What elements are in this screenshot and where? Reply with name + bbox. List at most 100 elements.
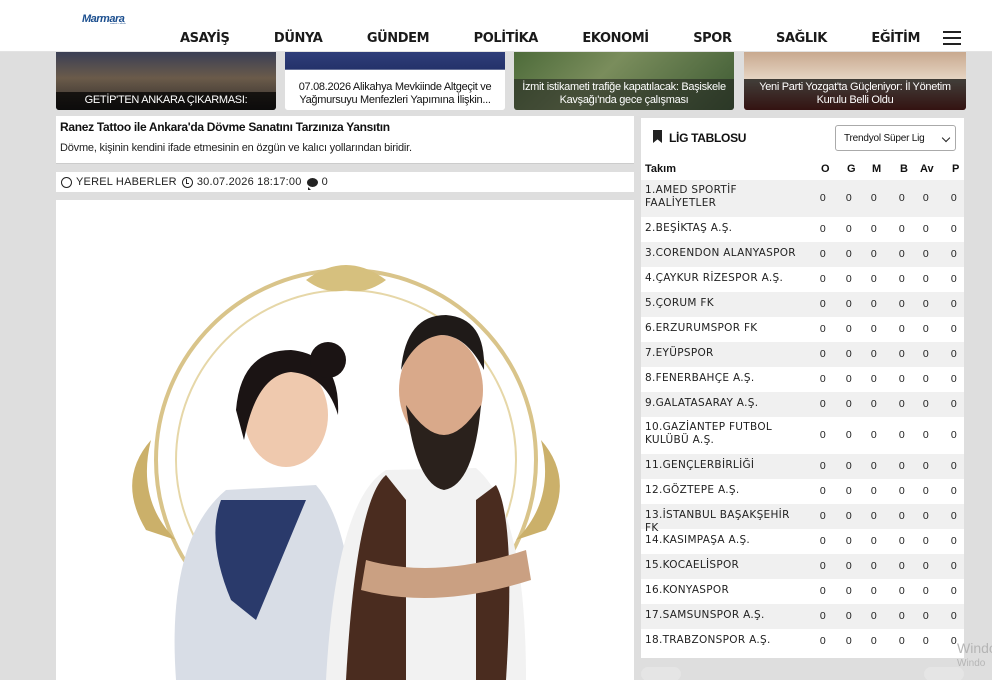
watermark-line1: Windo <box>957 640 992 656</box>
stat-o: 0 <box>819 223 827 235</box>
stat-b: 0 <box>898 560 906 572</box>
stat-g: 0 <box>845 398 853 410</box>
stat-p: 0 <box>950 460 958 472</box>
stat-m: 0 <box>870 535 878 547</box>
stat-av: 0 <box>922 460 930 472</box>
news-caption: İzmit istikameti trafiğe kapatılacak: Ba… <box>514 79 734 110</box>
table-row: 14.KASIMPAŞA A.Ş. 0 0 0 0 0 0 <box>641 529 964 554</box>
team-name: 16.KONYASPOR <box>645 584 730 596</box>
stat-m: 0 <box>870 373 878 385</box>
stat-av: 0 <box>922 535 930 547</box>
league-header: LİG TABLOSU Trendyol Süper Lig <box>641 118 964 158</box>
stat-av: 0 <box>922 298 930 310</box>
team-name: 8.FENERBAHÇE A.Ş. <box>645 372 755 384</box>
stat-b: 0 <box>898 485 906 497</box>
col-team: Takım <box>645 163 676 175</box>
stat-b: 0 <box>898 323 906 335</box>
stat-p: 0 <box>950 192 958 204</box>
stat-o: 0 <box>819 510 827 522</box>
league-columns: Takım O G M B Av P <box>641 162 964 180</box>
table-row: 7.EYÜPSPOR 0 0 0 0 0 0 <box>641 342 964 367</box>
team-name: 9.GALATASARAY A.Ş. <box>645 397 759 409</box>
stat-m: 0 <box>870 248 878 260</box>
table-row: 11.GENÇLERBİRLİĞİ 0 0 0 0 0 0 <box>641 454 964 479</box>
team-name: 3.CORENDON ALANYASPOR <box>645 247 796 259</box>
stat-b: 0 <box>898 585 906 597</box>
nav-asayis[interactable]: ASAYİŞ <box>180 31 230 46</box>
article-meta: YEREL HABERLER 30.07.2026 18:17:00 0 <box>56 172 634 192</box>
stat-av: 0 <box>922 323 930 335</box>
team-name: 10.GAZİANTEP FUTBOL KULÜBÜ A.Ş. <box>645 421 773 446</box>
stat-av: 0 <box>922 635 930 647</box>
stat-o: 0 <box>819 485 827 497</box>
stat-p: 0 <box>950 273 958 285</box>
stat-p: 0 <box>950 485 958 497</box>
nav-gundem[interactable]: GÜNDEM <box>367 31 430 46</box>
top-bar <box>0 0 992 24</box>
table-row: 15.KOCAELİSPOR 0 0 0 0 0 0 <box>641 554 964 579</box>
stat-g: 0 <box>845 248 853 260</box>
news-card[interactable]: İzmit istikameti trafiğe kapatılacak: Ba… <box>514 52 734 110</box>
news-card[interactable]: 07.08.2026 Alikahya Mevkiinde Altgeçit v… <box>285 52 505 110</box>
stat-m: 0 <box>870 485 878 497</box>
category-label: YEREL HABERLER <box>76 176 177 188</box>
stat-b: 0 <box>898 248 906 260</box>
stat-m: 0 <box>870 273 878 285</box>
stat-o: 0 <box>819 323 827 335</box>
nav-egitim[interactable]: EĞİTİM <box>871 31 920 46</box>
stat-o: 0 <box>819 298 827 310</box>
stat-m: 0 <box>870 298 878 310</box>
stat-p: 0 <box>950 398 958 410</box>
table-row: 16.KONYASPOR 0 0 0 0 0 0 <box>641 579 964 604</box>
stat-b: 0 <box>898 429 906 441</box>
news-card[interactable]: Yeni Parti Yozgat'ta Güçleniyor: İl Yöne… <box>744 52 966 110</box>
stat-p: 0 <box>950 510 958 522</box>
stat-m: 0 <box>870 560 878 572</box>
stat-b: 0 <box>898 460 906 472</box>
nav-saglik[interactable]: SAĞLIK <box>776 31 827 46</box>
stat-g: 0 <box>845 635 853 647</box>
col-b: B <box>900 163 908 175</box>
team-name: 6.ERZURUMSPOR FK <box>645 322 758 334</box>
stat-av: 0 <box>922 585 930 597</box>
site-logo[interactable]: Marmara yeni ufuk <box>82 9 132 26</box>
team-name: 5.ÇORUM FK <box>645 297 714 309</box>
stat-av: 0 <box>922 373 930 385</box>
stat-o: 0 <box>819 348 827 360</box>
hamburger-menu-icon[interactable] <box>943 31 961 45</box>
table-row: 4.ÇAYKUR RİZESPOR A.Ş. 0 0 0 0 0 0 <box>641 267 964 292</box>
stat-av: 0 <box>922 510 930 522</box>
comment-count[interactable]: 0 <box>306 176 328 190</box>
stat-p: 0 <box>950 610 958 622</box>
stat-b: 0 <box>898 373 906 385</box>
stat-m: 0 <box>870 323 878 335</box>
stat-g: 0 <box>845 460 853 472</box>
article-image <box>56 200 634 680</box>
stat-g: 0 <box>845 273 853 285</box>
stat-av: 0 <box>922 560 930 572</box>
stat-g: 0 <box>845 373 853 385</box>
stat-g: 0 <box>845 348 853 360</box>
nav-ekonomi[interactable]: EKONOMİ <box>582 31 649 46</box>
news-caption: 07.08.2026 Alikahya Mevkiinde Altgeçit v… <box>285 79 505 110</box>
league-select-value: Trendyol Süper Lig <box>844 133 925 144</box>
stat-p: 0 <box>950 223 958 235</box>
league-select[interactable]: Trendyol Süper Lig <box>835 125 956 151</box>
scroll-left-button[interactable] <box>641 667 681 680</box>
table-row: 9.GALATASARAY A.Ş. 0 0 0 0 0 0 <box>641 392 964 417</box>
news-card[interactable]: GETİP'TEN ANKARA ÇIKARMASI: <box>56 52 276 110</box>
col-av: Av <box>920 163 934 175</box>
stat-b: 0 <box>898 348 906 360</box>
stat-av: 0 <box>922 398 930 410</box>
table-row: 1.AMED SPORTİF FAALİYETLER 0 0 0 0 0 0 <box>641 180 964 217</box>
nav-dunya[interactable]: DÜNYA <box>274 31 323 46</box>
nav-spor[interactable]: SPOR <box>693 31 732 46</box>
stat-o: 0 <box>819 460 827 472</box>
stat-av: 0 <box>922 610 930 622</box>
nav-politika[interactable]: POLİTİKA <box>474 31 539 46</box>
stat-o: 0 <box>819 429 827 441</box>
stat-m: 0 <box>870 429 878 441</box>
stat-p: 0 <box>950 298 958 310</box>
category-link[interactable]: YEREL HABERLER <box>61 176 177 188</box>
table-row: 8.FENERBAHÇE A.Ş. 0 0 0 0 0 0 <box>641 367 964 392</box>
